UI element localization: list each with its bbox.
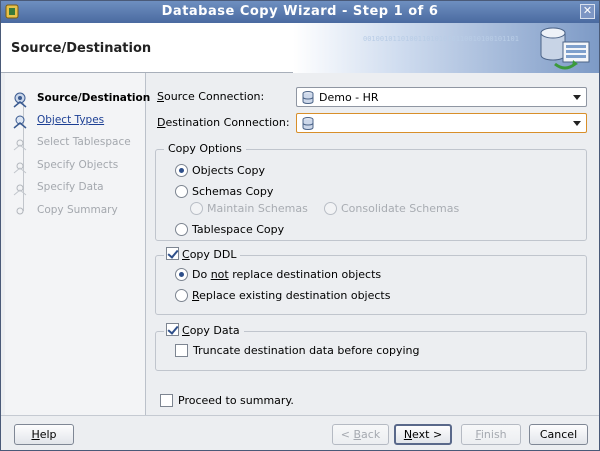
- radio-selected-icon[interactable]: [175, 164, 188, 177]
- banner-binary-text: 0010010110100110101010110010100101101: [363, 35, 519, 43]
- radio-icon[interactable]: [175, 185, 188, 198]
- button-bar: Help < Back Next > Finish Cancel: [1, 415, 599, 450]
- cancel-button[interactable]: Cancel: [529, 424, 588, 445]
- copy-data-checkbox[interactable]: Copy Data: [164, 323, 244, 337]
- database-icon: [302, 117, 314, 130]
- close-icon: ✕: [582, 4, 593, 17]
- copy-ddl-checkbox[interactable]: Copy DDL: [164, 247, 241, 261]
- step-icon-disabled: [13, 184, 27, 196]
- next-button[interactable]: Next >: [394, 424, 452, 445]
- wizard-header: Source/Destination 001001011010011010101…: [1, 23, 599, 73]
- close-button[interactable]: ✕: [580, 4, 595, 19]
- source-connection-value: Demo - HR: [319, 91, 379, 104]
- nav-step-label: Copy Summary: [37, 204, 118, 216]
- nav-step-specify-data: Specify Data: [5, 178, 146, 198]
- page-title: Source/Destination: [11, 41, 152, 56]
- copy-options-title: Copy Options: [164, 142, 246, 155]
- back-button: < Back: [332, 424, 389, 445]
- wizard-steps-panel: Source/Destination Object Types Select T…: [5, 73, 150, 415]
- nav-step-label: Specify Data: [37, 181, 104, 193]
- nav-step-label: Source/Destination: [37, 92, 151, 104]
- radio-icon[interactable]: [175, 289, 188, 302]
- nav-step-object-types[interactable]: Object Types: [5, 111, 146, 131]
- nav-step-label: Select Tablespace: [37, 136, 131, 148]
- current-step-icon: [13, 92, 27, 108]
- radio-disabled-icon: [190, 202, 203, 215]
- checkbox-icon[interactable]: [160, 394, 173, 407]
- copy-options-group: Copy Options Objects Copy Schemas Copy M…: [155, 142, 587, 241]
- nav-step-copy-summary: Copy Summary: [5, 201, 146, 221]
- title-bar[interactable]: Database Copy Wizard - Step 1 of 6 ✕: [1, 1, 599, 23]
- source-connection-select[interactable]: Demo - HR: [296, 87, 587, 107]
- copy-ddl-group: Copy DDL Do not replace destination obje…: [155, 247, 587, 315]
- radio-icon[interactable]: [175, 223, 188, 236]
- finish-button: Finish: [461, 424, 521, 445]
- nav-step-label: Specify Objects: [37, 159, 119, 171]
- step-icon-disabled: [13, 162, 27, 174]
- source-connection-label: Source Connection:: [157, 90, 265, 103]
- header-banner: 0010010110100110101010110010100101101: [293, 23, 599, 73]
- wizard-content: Source Connection: Demo - HR Destination…: [149, 73, 599, 415]
- database-icon: [302, 91, 314, 104]
- database-copy-icon: [540, 27, 590, 70]
- window-title: Database Copy Wizard - Step 1 of 6: [161, 4, 439, 19]
- chevron-down-icon[interactable]: [573, 95, 581, 100]
- copy-data-group: Copy Data Truncate destination data befo…: [155, 323, 587, 371]
- checkbox-checked-icon[interactable]: [166, 323, 179, 336]
- radio-selected-icon[interactable]: [175, 268, 188, 281]
- nav-step-specify-objects: Specify Objects: [5, 156, 146, 176]
- checkbox-checked-icon[interactable]: [166, 247, 179, 260]
- chevron-down-icon[interactable]: [573, 121, 581, 126]
- checkbox-icon[interactable]: [175, 344, 188, 357]
- destination-connection-select[interactable]: [296, 113, 587, 133]
- step-icon-disabled: [16, 207, 24, 215]
- destination-connection-label: Destination Connection:: [157, 116, 290, 129]
- nav-step-label[interactable]: Object Types: [37, 114, 104, 126]
- nav-step-select-tablespace: Select Tablespace: [5, 133, 146, 153]
- step-icon: [13, 115, 27, 129]
- nav-step-source-destination: Source/Destination: [5, 89, 150, 109]
- wizard-window: Database Copy Wizard - Step 1 of 6 ✕ Sou…: [0, 0, 600, 451]
- radio-disabled-icon: [324, 202, 337, 215]
- help-button[interactable]: Help: [14, 424, 74, 445]
- step-icon-disabled: [13, 139, 27, 151]
